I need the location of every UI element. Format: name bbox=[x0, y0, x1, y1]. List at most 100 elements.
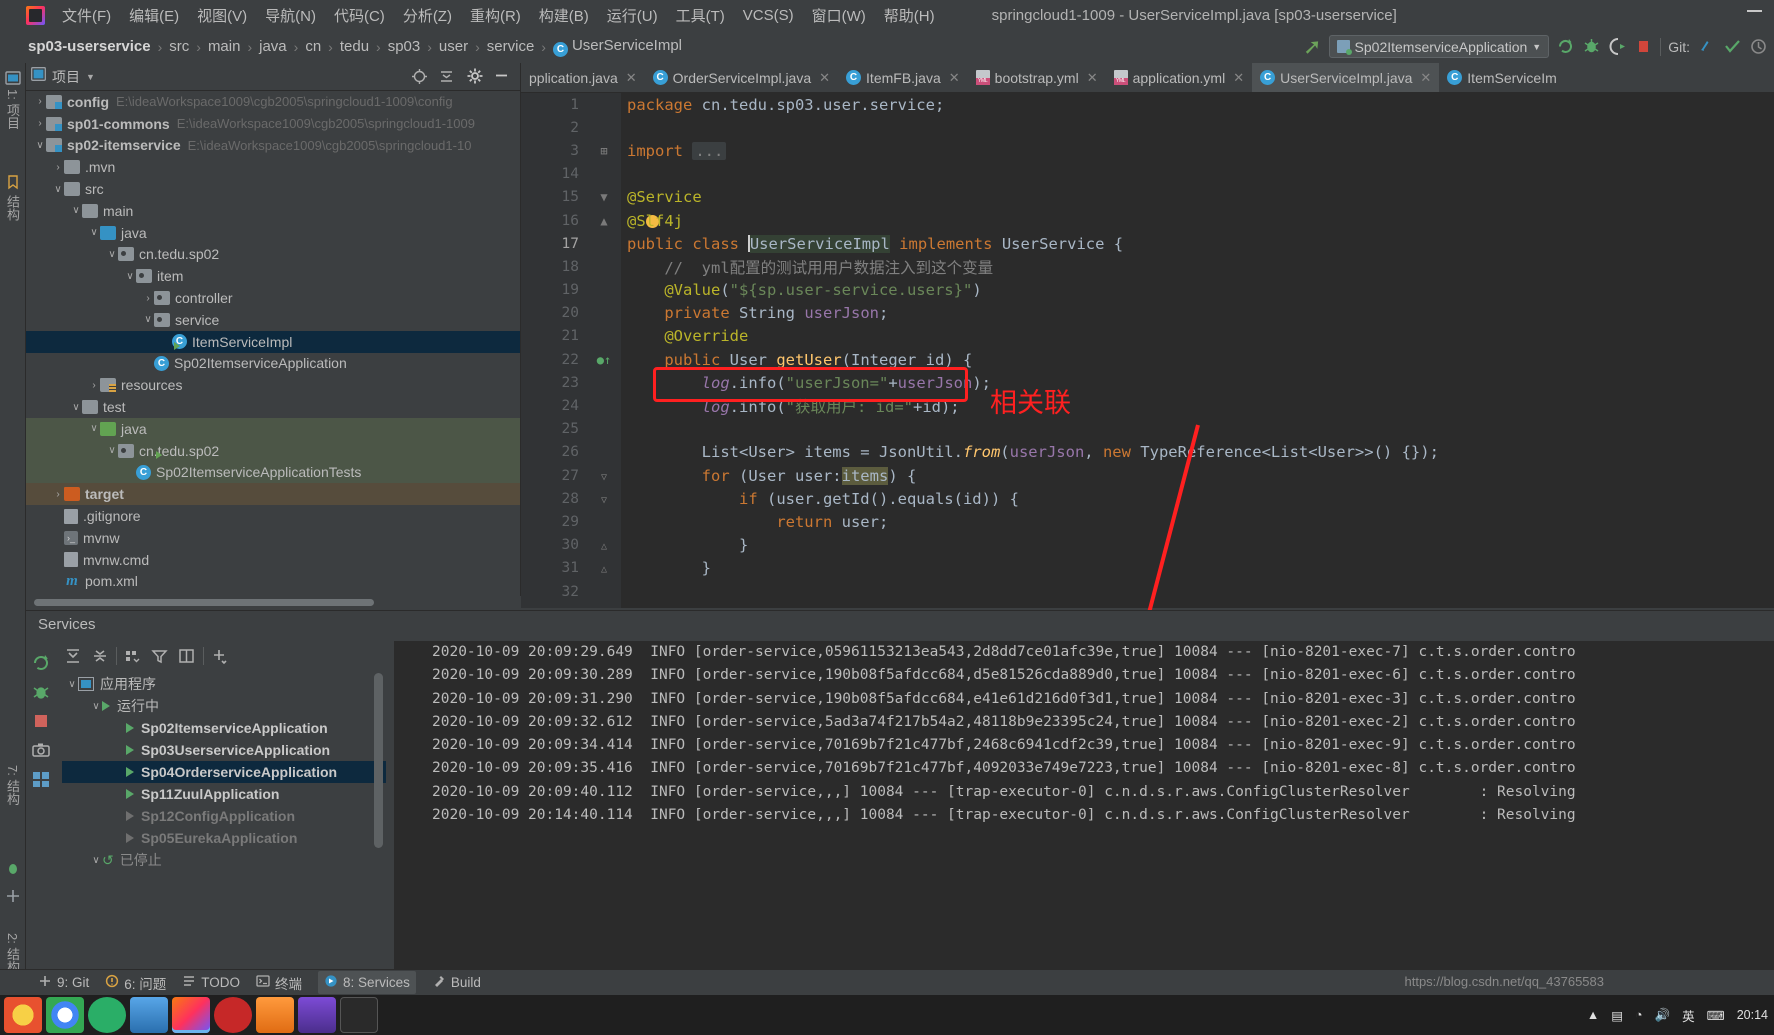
code-line[interactable]: 23 log.info("userJson="+userJson); bbox=[521, 371, 1774, 394]
image-icon[interactable] bbox=[256, 997, 294, 1033]
start-icon[interactable] bbox=[4, 997, 42, 1033]
project-tree-row[interactable]: ∨ test bbox=[26, 396, 520, 418]
breadcrumb-item-7[interactable]: user bbox=[439, 38, 468, 55]
code-line[interactable]: 24 log.info("获取用户: id="+id); bbox=[521, 394, 1774, 417]
settings-icon[interactable] bbox=[31, 769, 51, 789]
status-bar-item-2[interactable]: TODO bbox=[182, 974, 240, 991]
tree-expand-arrow[interactable]: ∨ bbox=[52, 184, 64, 195]
hide-icon[interactable] bbox=[494, 68, 511, 85]
menu-item-1[interactable]: 编辑(E) bbox=[120, 2, 188, 29]
terminal-icon[interactable] bbox=[340, 997, 378, 1033]
stripe-label-project[interactable]: 1: 项目 bbox=[0, 89, 22, 129]
menu-item-10[interactable]: VCS(S) bbox=[734, 4, 803, 27]
project-tree-row[interactable]: ∨ sp02-itemservice E:\ideaWorkspace1009\cg… bbox=[26, 135, 520, 157]
editor-tab-5[interactable]: C UserServiceImpl.java ✕ bbox=[1252, 63, 1440, 92]
close-icon[interactable]: ✕ bbox=[626, 70, 637, 86]
idea-icon[interactable] bbox=[172, 997, 210, 1033]
music-icon[interactable] bbox=[214, 997, 252, 1033]
project-tree-row[interactable]: ∨ service bbox=[26, 309, 520, 331]
rerun-icon[interactable] bbox=[1556, 37, 1575, 56]
git-commit-icon[interactable] bbox=[1723, 37, 1742, 56]
history-icon[interactable] bbox=[1749, 37, 1768, 56]
menu-item-2[interactable]: 视图(V) bbox=[188, 2, 256, 29]
services-tree-row[interactable]: Sp05EurekaApplication bbox=[62, 827, 386, 849]
close-icon[interactable]: ✕ bbox=[949, 70, 960, 86]
wechat-icon[interactable] bbox=[88, 997, 126, 1033]
services-scrollbar[interactable] bbox=[374, 673, 383, 848]
code-line[interactable]: 22 ●↑ public User getUser(Integer id) { bbox=[521, 348, 1774, 371]
gutter-marker[interactable]: ▽ bbox=[587, 469, 621, 483]
tree-expand-arrow[interactable]: › bbox=[34, 118, 46, 129]
collapse-all-icon[interactable] bbox=[89, 646, 111, 666]
menu-item-11[interactable]: 窗口(W) bbox=[803, 2, 875, 29]
show-toolbar-icon[interactable] bbox=[176, 646, 198, 666]
status-bar-item-0[interactable]: 9: Git bbox=[38, 974, 89, 991]
code-line[interactable]: 32 bbox=[521, 580, 1774, 603]
menu-item-7[interactable]: 构建(B) bbox=[530, 2, 598, 29]
editor-tab-6[interactable]: C ItemServiceIm bbox=[1439, 63, 1564, 92]
services-tree-row[interactable]: ∨ ↺ 已停止 bbox=[62, 849, 386, 871]
project-tree-row[interactable]: m pom.xml bbox=[26, 571, 520, 593]
tree-expand-arrow[interactable]: ∨ bbox=[70, 205, 82, 216]
code-line[interactable]: 30 △ } bbox=[521, 534, 1774, 557]
code-line[interactable]: 16 ▲ @Slf4j bbox=[521, 209, 1774, 232]
code-line[interactable]: 3 ⊞ import ... bbox=[521, 139, 1774, 162]
menu-item-6[interactable]: 重构(R) bbox=[461, 2, 530, 29]
run-configuration-selector[interactable]: Sp02ItemserviceApplication ▼ bbox=[1328, 35, 1550, 58]
stop-icon[interactable] bbox=[1634, 37, 1653, 56]
tree-expand-arrow[interactable]: ∨ bbox=[106, 249, 118, 260]
gutter-marker[interactable]: ▲ bbox=[587, 214, 621, 228]
debug-icon[interactable] bbox=[1582, 37, 1601, 56]
close-icon[interactable]: ✕ bbox=[1233, 70, 1244, 86]
gutter-marker[interactable]: ▼ bbox=[587, 190, 621, 204]
code-line[interactable]: 2 bbox=[521, 116, 1774, 139]
tree-expand-arrow[interactable]: › bbox=[34, 96, 46, 107]
project-tree-row[interactable]: ∨ item bbox=[26, 265, 520, 287]
camera-icon[interactable] bbox=[31, 740, 51, 760]
code-line[interactable]: 31 △ } bbox=[521, 557, 1774, 580]
project-tool-icon[interactable] bbox=[4, 69, 22, 87]
bookmarks-icon[interactable] bbox=[4, 173, 22, 191]
breadcrumb-item-2[interactable]: main bbox=[208, 38, 241, 55]
project-tree-row[interactable]: ∨ src bbox=[26, 178, 520, 200]
breadcrumb-item-6[interactable]: sp03 bbox=[388, 38, 421, 55]
services-tree[interactable]: ∨ 应用程序 ∨ 运行中 Sp02ItemserviceApplication Sp03U… bbox=[62, 673, 386, 969]
project-tree-row[interactable]: ›_ mvnw bbox=[26, 527, 520, 549]
chrome-icon[interactable] bbox=[46, 997, 84, 1033]
tree-expand-arrow[interactable]: › bbox=[52, 489, 64, 500]
add-icon[interactable] bbox=[209, 646, 231, 666]
project-tree-row[interactable]: ∨ java bbox=[26, 417, 520, 440]
git-update-icon[interactable] bbox=[1697, 37, 1716, 56]
tree-expand-arrow[interactable]: ∨ bbox=[88, 423, 100, 434]
minimize-button[interactable] bbox=[1747, 10, 1762, 12]
chevron-down-icon[interactable]: ▼ bbox=[86, 72, 95, 82]
editor-tab-bar[interactable]: pplication.java ✕ C OrderServiceImpl.java ✕ C… bbox=[521, 63, 1774, 93]
code-line[interactable]: 14 bbox=[521, 163, 1774, 186]
gutter-marker[interactable]: △ bbox=[587, 538, 621, 552]
code-line[interactable]: 15 ▼ @Service bbox=[521, 186, 1774, 209]
services-tree-row[interactable]: Sp04OrderserviceApplication bbox=[62, 761, 386, 783]
breadcrumb-item-current[interactable]: C UserServiceImpl bbox=[552, 37, 682, 57]
project-tree-row[interactable]: › .mvn bbox=[26, 156, 520, 178]
breadcrumb-item-0[interactable]: sp03-userservice bbox=[28, 38, 151, 55]
breadcrumb-item-3[interactable]: java bbox=[259, 38, 287, 55]
status-bar-item-5[interactable]: Build bbox=[432, 974, 481, 991]
stripe-label-structure[interactable]: 7: 结构 bbox=[0, 765, 22, 805]
menu-item-9[interactable]: 工具(T) bbox=[667, 2, 734, 29]
editor-tab-2[interactable]: C ItemFB.java ✕ bbox=[838, 63, 968, 92]
code-line[interactable]: 17 public class UserServiceImpl implement… bbox=[521, 232, 1774, 255]
tree-expand-arrow[interactable]: › bbox=[142, 293, 154, 304]
network-icon[interactable]: ◔ bbox=[1635, 1008, 1643, 1022]
tree-expand-arrow[interactable]: ∨ bbox=[34, 140, 46, 151]
project-tree-row[interactable]: ∨ cn.tedu.sp02 bbox=[26, 244, 520, 266]
services-tree-row[interactable]: ∨ 应用程序 bbox=[62, 673, 386, 695]
code-line[interactable]: 21 @Override bbox=[521, 325, 1774, 348]
menu-item-5[interactable]: 分析(Z) bbox=[394, 2, 461, 29]
stripe-label-structure2[interactable]: 2: 结构 bbox=[0, 933, 22, 973]
code-line[interactable]: 28 ▽ if (user.getId().equals(id)) { bbox=[521, 487, 1774, 510]
debug-icon[interactable] bbox=[31, 682, 51, 702]
code-line[interactable]: 20 private String userJson; bbox=[521, 302, 1774, 325]
project-tree-row[interactable]: ∨ cn.tedu.sp02 bbox=[26, 439, 520, 462]
locate-icon[interactable] bbox=[411, 68, 428, 85]
editor-tab-3[interactable]: bootstrap.yml ✕ bbox=[968, 63, 1106, 92]
